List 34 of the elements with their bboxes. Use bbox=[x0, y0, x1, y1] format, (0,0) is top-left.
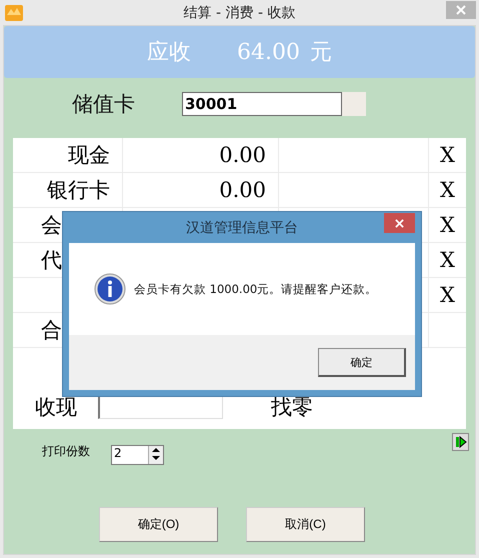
app-icon bbox=[5, 4, 23, 20]
payment-method-label: 现金 bbox=[68, 142, 110, 169]
amount-due-label: 应收 bbox=[147, 39, 191, 67]
close-icon bbox=[395, 218, 404, 228]
amount-due-value: 64.00 bbox=[237, 40, 300, 64]
payment-method-label: 合 bbox=[41, 317, 62, 344]
dialog-title: 汉道管理信息平台 bbox=[186, 218, 298, 236]
remove-button[interactable]: X bbox=[440, 143, 455, 167]
info-icon bbox=[94, 273, 126, 305]
payment-method-label: 代 bbox=[41, 247, 62, 274]
close-button[interactable] bbox=[384, 213, 415, 233]
payment-amount: 0.00 bbox=[219, 143, 266, 167]
payment-method-label: 会 bbox=[41, 212, 62, 239]
remove-button[interactable]: X bbox=[440, 248, 455, 272]
change-label: 找零 bbox=[271, 394, 313, 421]
payment-method-label: 银行卡 bbox=[47, 177, 110, 204]
remove-button[interactable]: X bbox=[440, 213, 455, 237]
print-copies-label: 打印份数 bbox=[42, 442, 91, 460]
cash-received-label: 收现 bbox=[35, 394, 78, 421]
dialog-button[interactable]: 取消(C) bbox=[246, 507, 365, 542]
close-icon bbox=[456, 4, 466, 14]
dialog-button[interactable]: 确定(O) bbox=[99, 507, 218, 542]
payment-amount: 0.00 bbox=[219, 178, 266, 202]
cash-received-field[interactable] bbox=[98, 395, 223, 419]
remove-button[interactable]: X bbox=[440, 283, 455, 307]
card-label: 储值卡 bbox=[72, 91, 136, 118]
dialog-message: 会员卡有欠款 1000.00元。请提醒客户还款。 bbox=[134, 282, 378, 296]
remove-button[interactable]: X bbox=[440, 178, 455, 202]
ok-button[interactable]: 确定 bbox=[318, 348, 406, 377]
window-title: 结算 - 消费 - 收款 bbox=[184, 4, 296, 22]
currency-unit: 元 bbox=[310, 39, 332, 67]
card-number-field[interactable]: 30001 bbox=[182, 92, 342, 116]
print-copies-spinner[interactable]: 2 bbox=[111, 445, 164, 465]
next-icon[interactable] bbox=[452, 433, 469, 451]
